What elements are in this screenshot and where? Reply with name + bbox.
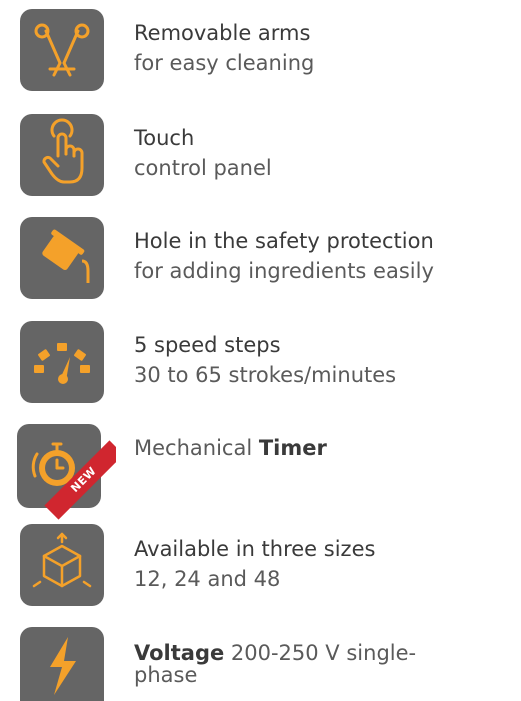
feature-title: Voltage 200-250 V single- (134, 642, 416, 664)
feature-subtitle: control panel (134, 156, 272, 180)
feature-title: Mechanical Timer (134, 433, 327, 463)
feature-title-bold: Voltage (134, 641, 225, 665)
feature-subtitle: for adding ingredients easily (134, 259, 434, 283)
feature-title: Hole in the safety protection (134, 229, 434, 253)
pouring-ingredients-icon (20, 217, 104, 299)
feature-subtitle: 12, 24 and 48 (134, 567, 281, 591)
feature-title-prefix: Mechanical (134, 436, 259, 460)
size-cube-icon (20, 524, 104, 606)
feature-subtitle: for easy cleaning (134, 51, 315, 75)
feature-subtitle: 30 to 65 strokes/minutes (134, 363, 397, 387)
new-badge: NEW (44, 440, 116, 520)
feature-title-bold: Timer (258, 436, 327, 460)
feature-title: Removable arms (134, 21, 311, 45)
touch-hand-icon (20, 114, 104, 196)
speedometer-icon (20, 321, 104, 403)
feature-title-rest: 200-250 V single- (224, 641, 417, 665)
feature-title: Touch (134, 126, 195, 150)
lightning-bolt-icon (20, 627, 104, 701)
new-badge-ribbon: NEW (16, 424, 116, 524)
removable-arms-icon (20, 9, 104, 91)
feature-subtitle: phase (134, 663, 198, 687)
feature-title: 5 speed steps (134, 333, 281, 357)
feature-title: Available in three sizes (134, 537, 376, 561)
